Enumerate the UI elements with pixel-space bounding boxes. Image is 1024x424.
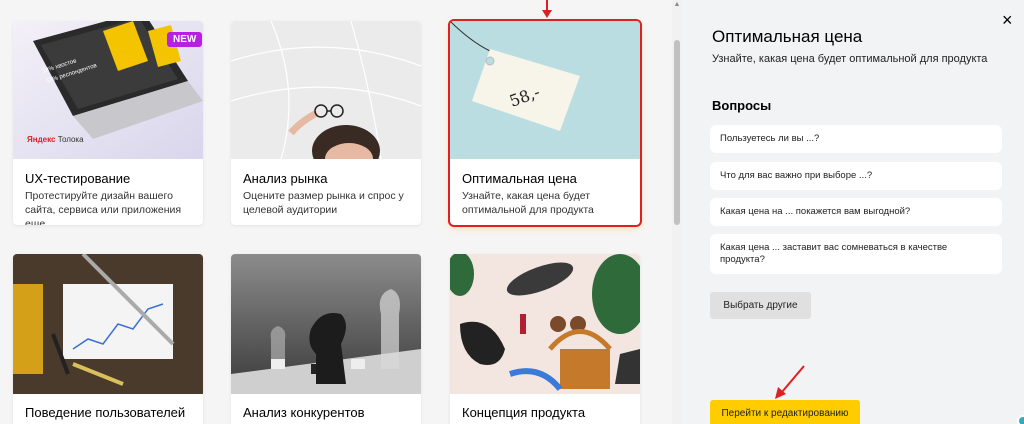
card-title: Анализ конкурентов — [243, 405, 365, 420]
card-description: Оцените размер рынка и спрос у целевой а… — [243, 190, 404, 216]
template-card-market-analysis[interactable]: Анализ рынка Оцените размер рынка и спро… — [231, 21, 421, 225]
scrollbar-thumb[interactable] — [674, 40, 680, 225]
card-image: 58,- — [450, 21, 640, 159]
yandex-toloka-logo: Яндекс Толока — [27, 135, 84, 144]
question-item: Какая цена ... заставит вас сомневаться … — [710, 234, 1002, 274]
template-card-competitor-analysis[interactable]: Анализ конкурентов — [231, 254, 421, 424]
card-title: Поведение пользователей — [25, 405, 186, 420]
brand-prefix: Яндекс — [27, 135, 56, 144]
card-title: Анализ рынка — [243, 171, 328, 186]
panel-title: Оптимальная цена — [712, 27, 863, 46]
template-grid: 18% хвостов 53% респондентов NEW Яндекс … — [0, 0, 672, 424]
question-item: Пользуетесь ли вы ...? — [710, 125, 1002, 153]
questions-heading: Вопросы — [712, 98, 772, 113]
template-card-product-concept[interactable]: Концепция продукта — [450, 254, 640, 424]
card-image — [450, 254, 640, 394]
scroll-up-icon[interactable]: ▲ — [673, 1, 681, 9]
card-image — [231, 254, 421, 394]
question-item: Какая цена на ... покажется вам выгодной… — [710, 198, 1002, 226]
template-card-user-behavior[interactable]: Поведение пользователей — [13, 254, 203, 424]
question-item: Что для вас важно при выборе ...? — [710, 162, 1002, 190]
card-image — [13, 254, 203, 394]
template-detail-panel: × Оптимальная цена Узнайте, какая цена б… — [682, 0, 1024, 424]
help-widget-icon[interactable] — [1017, 415, 1024, 424]
new-badge: NEW — [167, 32, 203, 47]
brand-suffix: Толока — [55, 135, 84, 144]
card-image — [231, 21, 421, 159]
card-title: Концепция продукта — [462, 405, 586, 420]
panel-subtitle: Узнайте, какая цена будет оптимальной дл… — [712, 53, 988, 65]
close-icon[interactable]: × — [1002, 10, 1013, 31]
template-card-ux-testing[interactable]: 18% хвостов 53% респондентов NEW Яндекс … — [13, 21, 203, 225]
card-title: Оптимальная цена — [462, 171, 577, 186]
card-description: Узнайте, какая цена будет оптимальной дл… — [462, 190, 594, 216]
card-title: UX-тестирование — [25, 171, 131, 186]
choose-other-button[interactable]: Выбрать другие — [710, 292, 811, 319]
go-to-edit-button[interactable]: Перейти к редактированию — [710, 400, 860, 424]
app-root: 18% хвостов 53% респондентов NEW Яндекс … — [0, 0, 1024, 424]
card-image: 18% хвостов 53% респондентов NEW Яндекс … — [13, 21, 203, 159]
card-description: Протестируйте дизайн вашего сайта, серви… — [25, 190, 182, 225]
template-card-optimal-price[interactable]: 58,- Оптимальная цена Узнайте, какая цен… — [448, 19, 642, 227]
